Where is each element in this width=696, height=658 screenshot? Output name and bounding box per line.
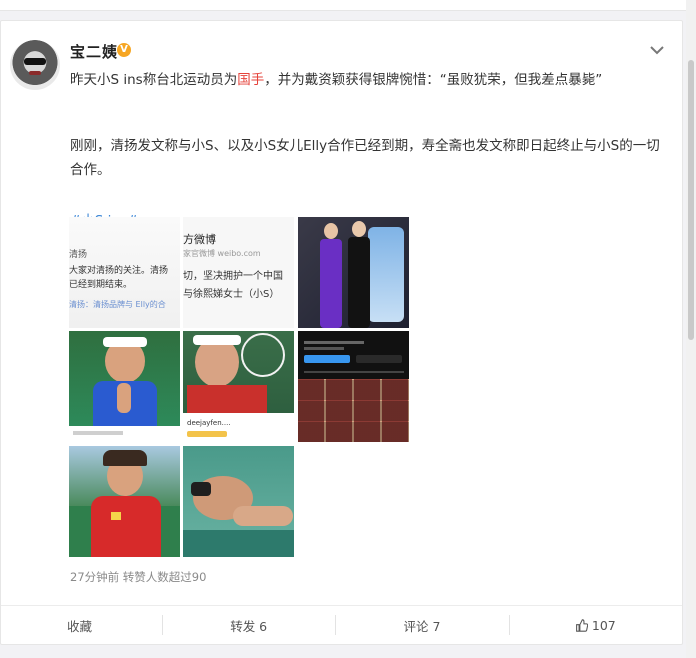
highlight-link[interactable]: 国手 xyxy=(237,72,264,88)
image-tile-8[interactable] xyxy=(183,446,294,557)
tile5-caption: deejayfen.... xyxy=(187,419,231,427)
verified-badge-icon: V xyxy=(117,43,131,57)
thumbs-up-icon xyxy=(575,619,588,632)
comment-label: 评论 7 xyxy=(403,619,441,634)
tile1-text-d: 清扬：清扬品牌与 Elly的合 xyxy=(69,300,166,309)
post-paragraph-2: 刚刚，清扬发文称与小S、以及小S女儿Elly合作已经到期，寿全斋也发文称即日起终… xyxy=(70,138,660,178)
repost-button[interactable]: 转发 6 xyxy=(162,606,335,645)
previous-card-bottom xyxy=(0,0,696,11)
image-tile-1[interactable]: 清扬 大家对清扬的关注。清扬 已经到期结束。 清扬：清扬品牌与 Elly的合 xyxy=(69,217,180,328)
tile2-text-d: 与徐熙娣女士（小S） xyxy=(183,289,280,300)
like-count: 107 xyxy=(591,618,616,633)
tile1-text-b: 大家对清扬的关注。清扬 xyxy=(69,266,169,276)
comment-button[interactable]: 评论 7 xyxy=(335,606,508,645)
image-tile-3[interactable] xyxy=(298,217,409,328)
post-text-part1: 昨天小S ins称台北运动员为 xyxy=(70,72,238,88)
chevron-down-icon[interactable] xyxy=(648,41,666,59)
tile1-text-a: 清扬 xyxy=(69,250,88,260)
action-bar: 收藏 转发 6 评论 7 107 xyxy=(1,605,682,645)
image-tile-7[interactable] xyxy=(69,446,180,557)
image-tile-6[interactable] xyxy=(298,331,409,442)
like-button[interactable]: 107 xyxy=(508,606,682,645)
tile1-text-c: 已经到期结束。 xyxy=(69,280,133,290)
weibo-post-card: 宝二姨 V 昨天小S ins称台北运动员为国手，并为戴资颖获得银牌惋惜：“虽败犹… xyxy=(0,20,683,645)
repost-label: 转发 6 xyxy=(230,619,268,634)
username[interactable]: 宝二姨 xyxy=(70,41,118,62)
image-grid: 清扬 大家对清扬的关注。清扬 已经到期结束。 清扬：清扬品牌与 Elly的合 方… xyxy=(69,217,411,559)
image-tile-4[interactable] xyxy=(69,331,180,442)
post-text-line1: 昨天小S ins称台北运动员为国手，并为戴资颖获得银牌惋惜：“虽败犹荣，但我差点… xyxy=(70,68,602,88)
post-text-part2: ，并为戴资颖获得银牌惋惜：“虽败犹荣，但我差点暴毙” xyxy=(264,72,603,88)
avatar-glasses xyxy=(24,58,46,65)
collect-label: 收藏 xyxy=(67,619,93,634)
post-meta: 27分钟前 转赞人数超过90 xyxy=(70,570,207,584)
image-tile-5[interactable]: deejayfen.... xyxy=(183,331,294,442)
avatar[interactable] xyxy=(10,40,60,90)
avatar-mouth xyxy=(29,71,41,75)
tile2-text-a: 方微博 xyxy=(183,233,216,246)
tile2-text-b: 家官微博 weibo.com xyxy=(183,249,261,258)
scrollbar-thumb[interactable] xyxy=(688,60,694,340)
tile2-text-c: 切，坚决拥护一个中国 xyxy=(183,271,283,282)
page-scrollbar[interactable] xyxy=(686,0,696,658)
collect-button[interactable]: 收藏 xyxy=(1,606,162,645)
image-tile-2[interactable]: 方微博 家官微博 weibo.com 切，坚决拥护一个中国 与徐熙娣女士（小S） xyxy=(183,217,294,328)
